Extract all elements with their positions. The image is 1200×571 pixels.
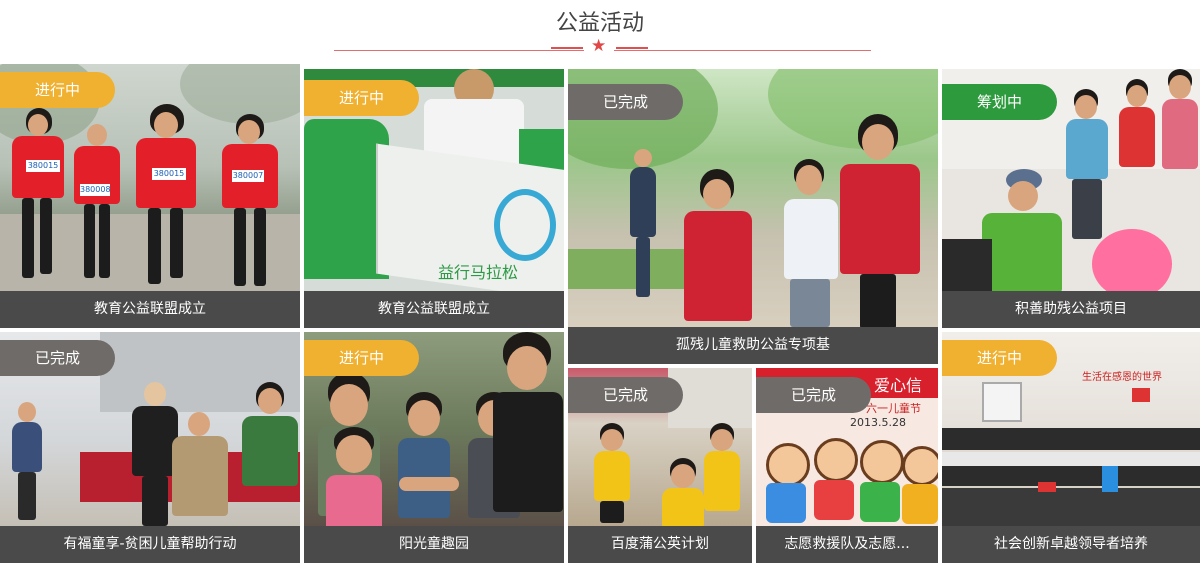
activity-card[interactable]: 益行马拉松 进行中 教育公益联盟成立 <box>304 69 564 328</box>
header-accent-left <box>551 47 583 49</box>
bib-number: 380007 <box>232 170 264 182</box>
activity-card[interactable]: 380015 380008 380007 380015 进行中 教育公益联盟成立 <box>0 64 300 328</box>
status-badge: 已完成 <box>0 340 115 376</box>
banner-text: 益行马拉松 <box>438 263 519 282</box>
card-caption[interactable]: 百度蒲公英计划 <box>568 526 752 563</box>
status-badge: 已完成 <box>568 84 683 120</box>
status-badge: 筹划中 <box>942 84 1057 120</box>
poster-date: 2013.5.28 <box>850 416 906 429</box>
status-badge: 进行中 <box>942 340 1057 376</box>
section-header: 公益活动 ★ <box>0 0 1200 64</box>
card-caption[interactable]: 社会创新卓越领导者培养 <box>942 526 1200 563</box>
activity-card[interactable]: 生活在感恩的世界 进行中 社会创新卓越领导者培养 <box>942 332 1200 563</box>
wall-slogan: 生活在感恩的世界 <box>1082 372 1162 383</box>
header-accent-right <box>616 47 648 49</box>
bib-number: 380008 <box>80 184 111 196</box>
bib-number: 380015 <box>152 168 186 180</box>
header-divider-right <box>614 50 871 51</box>
card-caption[interactable]: 有福童享-贫困儿童帮助行动 <box>0 526 300 563</box>
section-title: 公益活动 <box>555 11 644 36</box>
status-badge: 进行中 <box>0 72 115 108</box>
card-caption[interactable]: 教育公益联盟成立 <box>0 291 300 328</box>
activity-card[interactable]: 已完成 孤残儿童救助公益专项基 <box>568 69 938 364</box>
bib-number: 380015 <box>26 160 60 172</box>
activity-card[interactable]: 已完成 有福童享-贫困儿童帮助行动 <box>0 332 300 563</box>
card-caption[interactable]: 教育公益联盟成立 <box>304 291 564 328</box>
status-badge: 已完成 <box>756 377 871 413</box>
poster-subtitle: 六一儿童节 <box>866 402 921 415</box>
activity-card[interactable]: 已完成 百度蒲公英计划 <box>568 368 752 563</box>
activity-card[interactable]: 爱心信 六一儿童节 2013.5.28 已完成 志愿救援队及志愿... <box>756 368 938 563</box>
card-caption[interactable]: 孤残儿童救助公益专项基 <box>568 327 938 364</box>
status-badge: 进行中 <box>304 340 419 376</box>
card-caption[interactable]: 志愿救援队及志愿... <box>756 526 938 563</box>
activity-card[interactable]: 进行中 阳光童趣园 <box>304 332 564 563</box>
poster-text: 爱心信 <box>874 376 923 395</box>
status-badge: 进行中 <box>304 80 419 116</box>
status-badge: 已完成 <box>568 377 683 413</box>
activity-card[interactable]: 筹划中 积善助残公益项目 <box>942 69 1200 328</box>
header-divider-left <box>334 50 584 51</box>
card-caption[interactable]: 阳光童趣园 <box>304 526 564 563</box>
card-caption[interactable]: 积善助残公益项目 <box>942 291 1200 328</box>
star-icon: ★ <box>591 36 607 56</box>
